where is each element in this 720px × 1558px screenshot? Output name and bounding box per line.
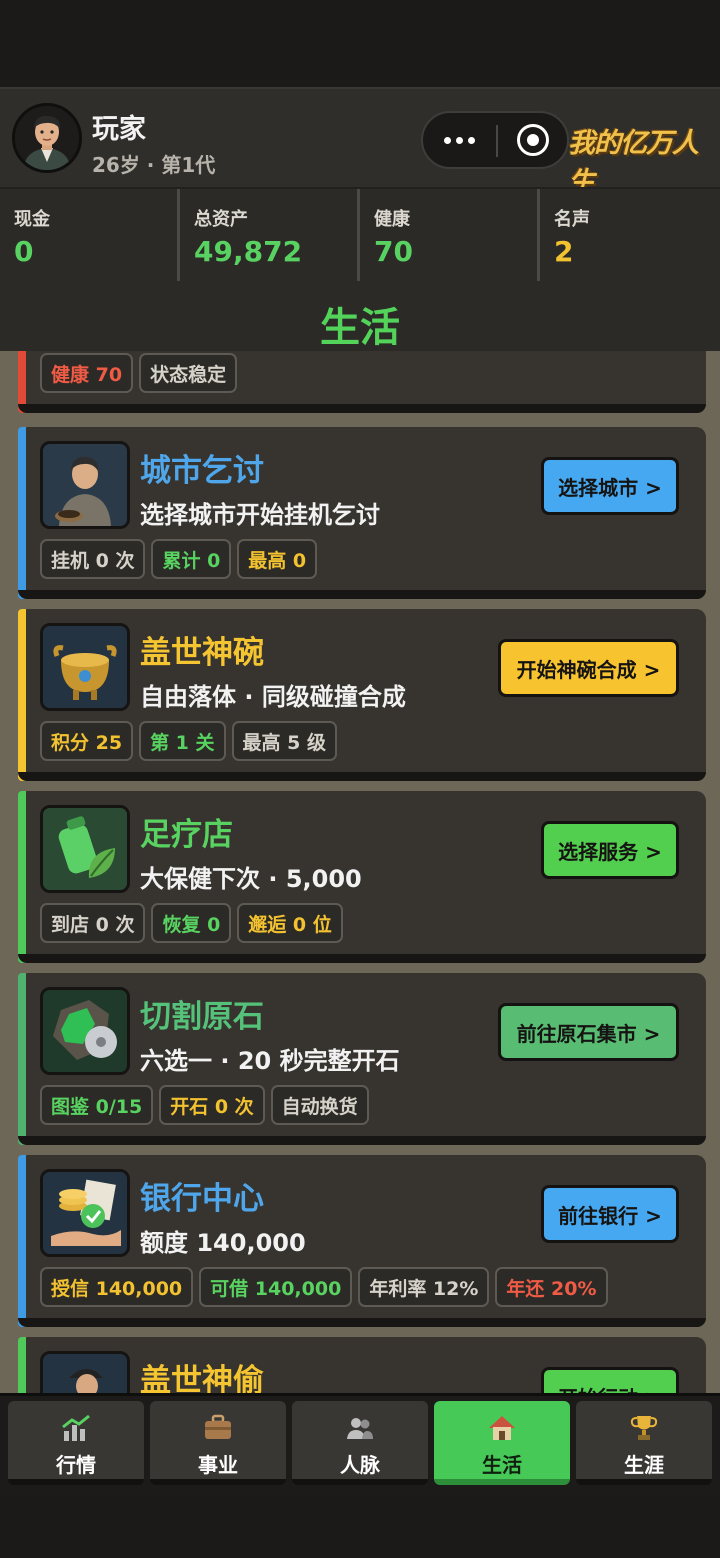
card-foot-spa: 足疗店 大保健下次 · 5,000 选择服务 > 到店 0 次 恢复 0 邂逅 … xyxy=(18,791,706,963)
card-description: 大保健下次 · 5,000 xyxy=(140,865,362,893)
stat-label: 现金 xyxy=(14,209,50,230)
card-city-begging: 城市乞讨 选择城市开始挂机乞讨 选择城市 > 挂机 0 次 累计 0 最高 0 xyxy=(18,427,706,599)
tag-credit: 授信 140,000 xyxy=(40,1267,194,1307)
tag-opened: 开石 0 次 xyxy=(159,1085,265,1125)
stat-value: 70 xyxy=(374,235,413,268)
card-title: 盖世神碗 xyxy=(140,635,264,671)
mini-program-capsule xyxy=(421,111,569,169)
player-name: 玩家 xyxy=(92,114,146,145)
chart-icon xyxy=(62,1414,90,1441)
card-cut-stone: 切割原石 六选一 · 20 秒完整开石 前往原石集市 > 图鉴 0/15 开石 … xyxy=(18,973,706,1145)
card-title: 盖世神偷 xyxy=(140,1363,264,1393)
close-target-icon[interactable] xyxy=(517,124,549,156)
briefcase-icon xyxy=(205,1414,231,1439)
tag-annual-rate: 年利率 12% xyxy=(358,1267,490,1307)
stat-label: 总资产 xyxy=(194,209,248,230)
card-description: 六选一 · 20 秒完整开石 xyxy=(140,1047,400,1075)
tab-life[interactable]: 生活 xyxy=(434,1401,570,1485)
tab-label: 事业 xyxy=(198,1453,238,1477)
stat-value: 0 xyxy=(14,235,34,268)
spa-bottle-icon xyxy=(40,805,130,893)
more-menu-icon[interactable] xyxy=(423,113,495,167)
select-city-button[interactable]: 选择城市 > xyxy=(541,457,679,515)
tag-idle-count: 挂机 0 次 xyxy=(40,539,146,579)
player-header: 玩家 26岁 · 第1代 我的亿万人生 xyxy=(0,87,720,198)
tag-level: 第 1 关 xyxy=(139,721,226,761)
card-title: 银行中心 xyxy=(140,1181,264,1217)
tag-visits: 到店 0 次 xyxy=(40,903,146,943)
card-tags: 挂机 0 次 累计 0 最高 0 xyxy=(40,539,318,579)
tab-career-business[interactable]: 事业 xyxy=(150,1401,286,1485)
player-avatar[interactable] xyxy=(12,103,82,173)
card-title: 城市乞讨 xyxy=(140,453,264,489)
tag-recover: 恢复 0 xyxy=(151,903,232,943)
bottom-tab-bar: 行情 事业 人脉 生活 生涯 xyxy=(0,1393,720,1496)
card-description: 选择城市开始挂机乞讨 xyxy=(140,501,380,529)
tag-borrowable: 可借 140,000 xyxy=(199,1267,353,1307)
tab-lifetime[interactable]: 生涯 xyxy=(576,1401,712,1485)
thief-icon xyxy=(40,1351,130,1393)
card-title: 足疗店 xyxy=(140,817,233,853)
player-age-generation: 26岁 · 第1代 xyxy=(92,153,216,177)
go-stone-market-button[interactable]: 前往原石集市 > xyxy=(498,1003,679,1061)
stat-label: 健康 xyxy=(374,209,410,230)
stat-total-assets: 总资产 49,872 xyxy=(180,189,360,283)
card-divine-bowl: 盖世神碗 自由落体 · 同级碰撞合成 开始神碗合成 > 积分 25 第 1 关 … xyxy=(18,609,706,781)
partial-card: 健康 70 状态稳定 xyxy=(18,351,706,413)
page-title-bar: 生活 xyxy=(0,281,720,351)
house-icon xyxy=(489,1416,515,1440)
bank-coins-icon xyxy=(40,1169,130,1257)
stat-fame: 名声 2 xyxy=(540,189,718,283)
tag-annual-repay: 年还 20% xyxy=(495,1267,608,1307)
bronze-bowl-icon xyxy=(40,623,130,711)
card-description: 额度 140,000 xyxy=(140,1229,306,1257)
tab-market[interactable]: 行情 xyxy=(8,1401,144,1485)
card-tags: 图鉴 0/15 开石 0 次 自动换货 xyxy=(40,1085,369,1125)
tab-network[interactable]: 人脉 xyxy=(292,1401,428,1485)
stat-cash: 现金 0 xyxy=(0,189,180,283)
stat-value: 2 xyxy=(554,235,574,268)
beggar-icon xyxy=(40,441,130,529)
stat-value: 49,872 xyxy=(194,235,303,268)
tag-collection: 图鉴 0/15 xyxy=(40,1085,154,1125)
tag-total: 累计 0 xyxy=(151,539,232,579)
card-tags: 到店 0 次 恢复 0 邂逅 0 位 xyxy=(40,903,343,943)
page-title: 生活 xyxy=(320,305,400,351)
tab-label: 生涯 xyxy=(624,1453,664,1477)
go-bank-button[interactable]: 前往银行 > xyxy=(541,1185,679,1243)
card-master-thief: 盖世神偷 开始行动 > xyxy=(18,1337,706,1393)
card-tags: 健康 70 状态稳定 xyxy=(40,353,238,393)
status-bar-area xyxy=(0,0,720,87)
capsule-divider xyxy=(496,125,498,157)
life-activity-list[interactable]: 健康 70 状态稳定 城市乞讨 选择城市开始挂机乞讨 选择城市 > 挂机 0 次… xyxy=(0,351,720,1393)
tab-label: 生活 xyxy=(482,1453,522,1477)
tag-best: 最高 0 xyxy=(237,539,318,579)
stat-label: 名声 xyxy=(554,209,590,230)
card-tags: 积分 25 第 1 关 最高 5 级 xyxy=(40,721,337,761)
people-icon xyxy=(347,1418,373,1439)
tag-score: 积分 25 xyxy=(40,721,134,761)
card-description: 自由落体 · 同级碰撞合成 xyxy=(140,683,406,711)
bottom-safe-area xyxy=(0,1496,720,1558)
card-bank-center: 银行中心 额度 140,000 前往银行 > 授信 140,000 可借 140… xyxy=(18,1155,706,1327)
start-action-button[interactable]: 开始行动 > xyxy=(541,1367,679,1393)
trophy-icon xyxy=(630,1416,658,1440)
tag-max-tier: 最高 5 级 xyxy=(231,721,337,761)
select-service-button[interactable]: 选择服务 > xyxy=(541,821,679,879)
card-tags: 授信 140,000 可借 140,000 年利率 12% 年还 20% xyxy=(40,1267,608,1307)
tab-label: 人脉 xyxy=(340,1453,380,1477)
tag-health: 健康 70 xyxy=(40,353,134,393)
tab-label: 行情 xyxy=(56,1453,96,1477)
tag-auto-restock: 自动换货 xyxy=(270,1085,369,1125)
jade-stone-icon xyxy=(40,987,130,1075)
tag-status: 状态稳定 xyxy=(139,353,238,393)
tag-encounters: 邂逅 0 位 xyxy=(237,903,343,943)
card-title: 切割原石 xyxy=(140,999,264,1035)
stat-health: 健康 70 xyxy=(360,189,540,283)
stats-bar: 现金 0 总资产 49,872 健康 70 名声 2 xyxy=(0,187,720,283)
start-bowl-merge-button[interactable]: 开始神碗合成 > xyxy=(498,639,679,697)
